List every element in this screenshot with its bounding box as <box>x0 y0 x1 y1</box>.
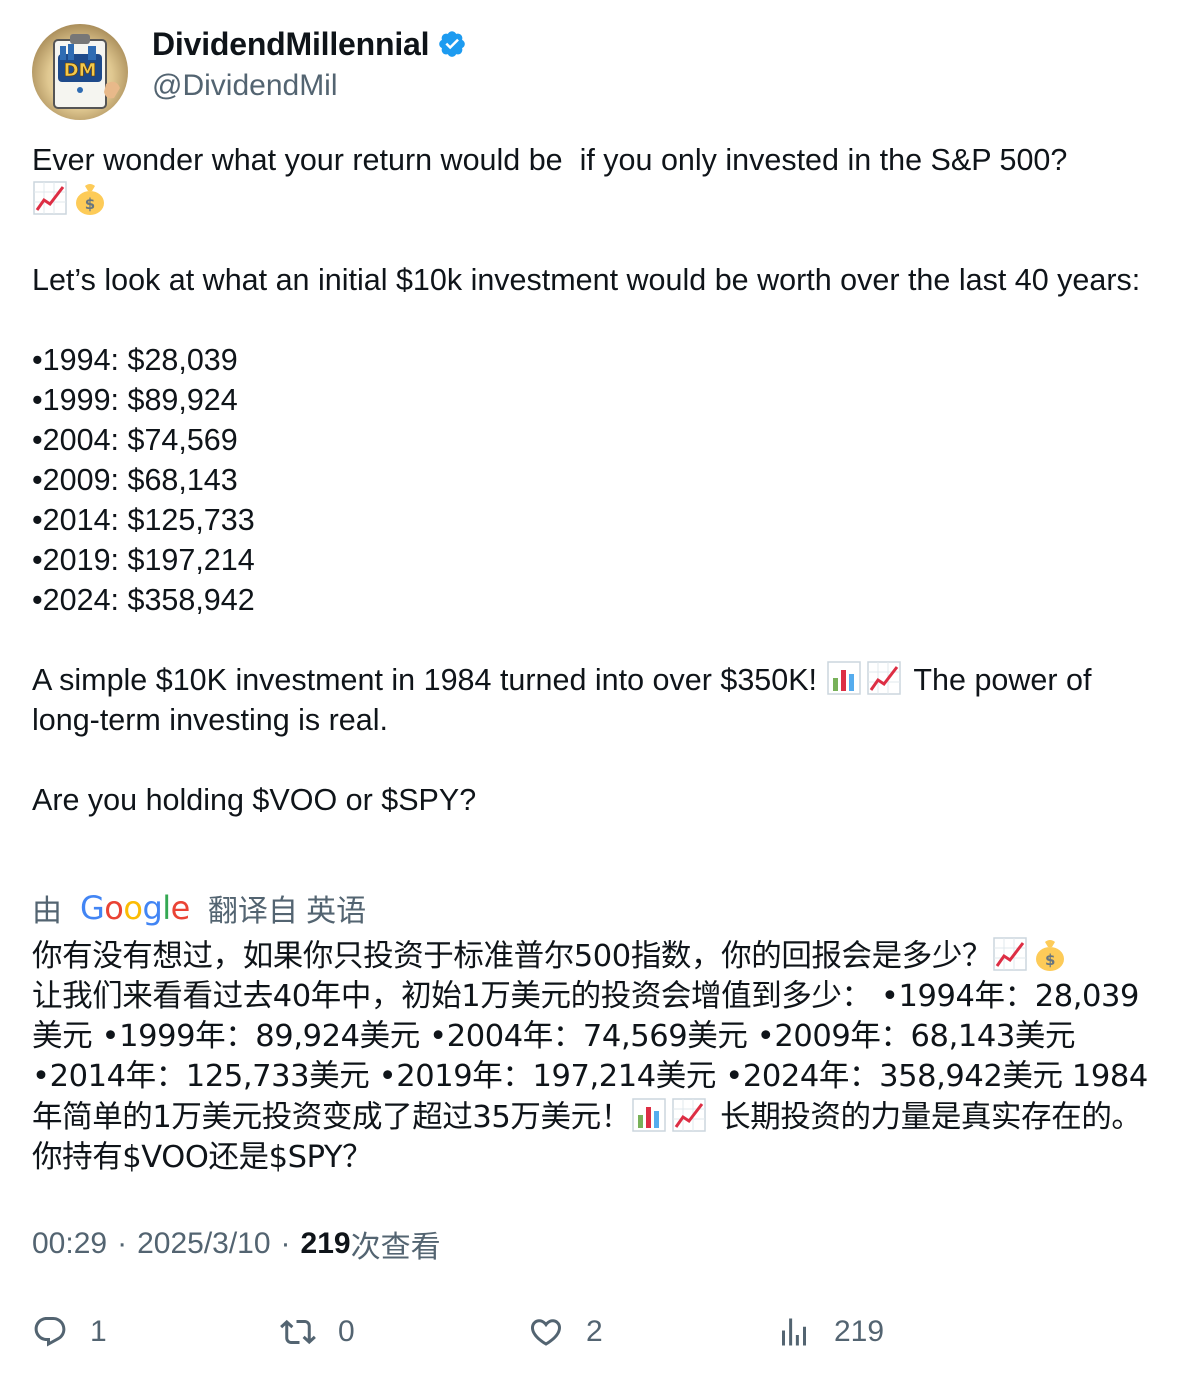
retweet-count: 0 <box>338 1315 355 1348</box>
tweet-intro: Let’s look at what an initial $10k inves… <box>32 263 1141 297</box>
bullet-item: •2024: $358,942 <box>32 583 255 617</box>
retweet-icon <box>280 1319 316 1345</box>
chart-increasing-icon <box>32 180 68 216</box>
money-bag-icon: $ <box>72 180 108 216</box>
translation-suffix: 翻译自 英语 <box>207 895 367 928</box>
like-count: 2 <box>586 1315 603 1348</box>
action-bar: 1 0 2 219 <box>32 1310 1162 1354</box>
author-avatar[interactable]: DM <box>32 24 128 120</box>
chart-increasing-icon <box>992 936 1028 972</box>
tweet-header: DM DividendMillennial @DividendMil <box>32 24 467 120</box>
tweet-text: Ever wonder what your return would be if… <box>32 140 1162 820</box>
bar-chart-icon <box>631 1097 667 1133</box>
svg-text:$: $ <box>1045 951 1055 969</box>
author-display-name[interactable]: DividendMillennial <box>152 26 430 63</box>
like-button[interactable]: 2 <box>528 1310 603 1354</box>
views-label: 次查看 <box>350 1231 441 1264</box>
views-action-count: 219 <box>834 1315 885 1348</box>
tweet-line-1: Ever wonder what your return would be if… <box>32 143 1068 177</box>
tweet-time[interactable]: 00:29 <box>32 1227 107 1261</box>
heart-icon <box>530 1319 562 1346</box>
bullet-item: •2019: $197,214 <box>32 543 255 577</box>
meta-separator: · <box>117 1227 128 1260</box>
retweet-button[interactable]: 0 <box>280 1310 355 1354</box>
bullet-item: •1994: $28,039 <box>32 343 238 377</box>
tweet-conclusion-a: A simple $10K investment in 1984 turned … <box>32 663 826 697</box>
author-handle[interactable]: @DividendMil <box>152 68 467 104</box>
views-button[interactable]: 219 <box>776 1310 884 1354</box>
reply-count: 1 <box>90 1315 107 1348</box>
author-names: DividendMillennial @DividendMil <box>152 26 467 104</box>
svg-text:$: $ <box>85 195 95 213</box>
avatar-text: DM <box>64 60 97 81</box>
tweet-question: Are you holding $VOO or $SPY? <box>32 783 477 817</box>
google-logo: Google <box>80 889 190 927</box>
tweet-date[interactable]: 2025/3/10 <box>137 1227 270 1261</box>
avatar-image: DM <box>53 34 120 109</box>
money-bag-icon: $ <box>1032 936 1068 972</box>
reply-icon <box>34 1317 66 1347</box>
bullet-item: •2014: $125,733 <box>32 503 255 537</box>
reply-button[interactable]: 1 <box>32 1310 107 1354</box>
views-count: 219 <box>300 1227 351 1260</box>
analytics-icon <box>782 1318 806 1346</box>
bullet-item: •2009: $68,143 <box>32 463 238 497</box>
chart-increasing-icon <box>671 1097 707 1133</box>
bullet-item: •1999: $89,924 <box>32 383 238 417</box>
tweet-meta: 00:29 · 2025/3/10 · 219 次查看 <box>32 1224 441 1264</box>
translation-attribution[interactable]: 由 Google 翻译自 英语 <box>32 886 366 930</box>
bar-chart-icon <box>826 660 862 696</box>
translated-part-1: 你有没有想过，如果你只投资于标准普尔500指数，你的回报会是多少？ <box>32 939 993 974</box>
translated-text: 你有没有想过，如果你只投资于标准普尔500指数，你的回报会是多少？ $ 让我们来看… <box>32 936 1162 1178</box>
chart-increasing-icon <box>866 660 902 696</box>
meta-separator: · <box>280 1227 291 1260</box>
bullet-item: •2004: $74,569 <box>32 423 238 457</box>
verified-badge-icon[interactable] <box>437 29 467 59</box>
translation-prefix: 由 <box>32 895 62 928</box>
